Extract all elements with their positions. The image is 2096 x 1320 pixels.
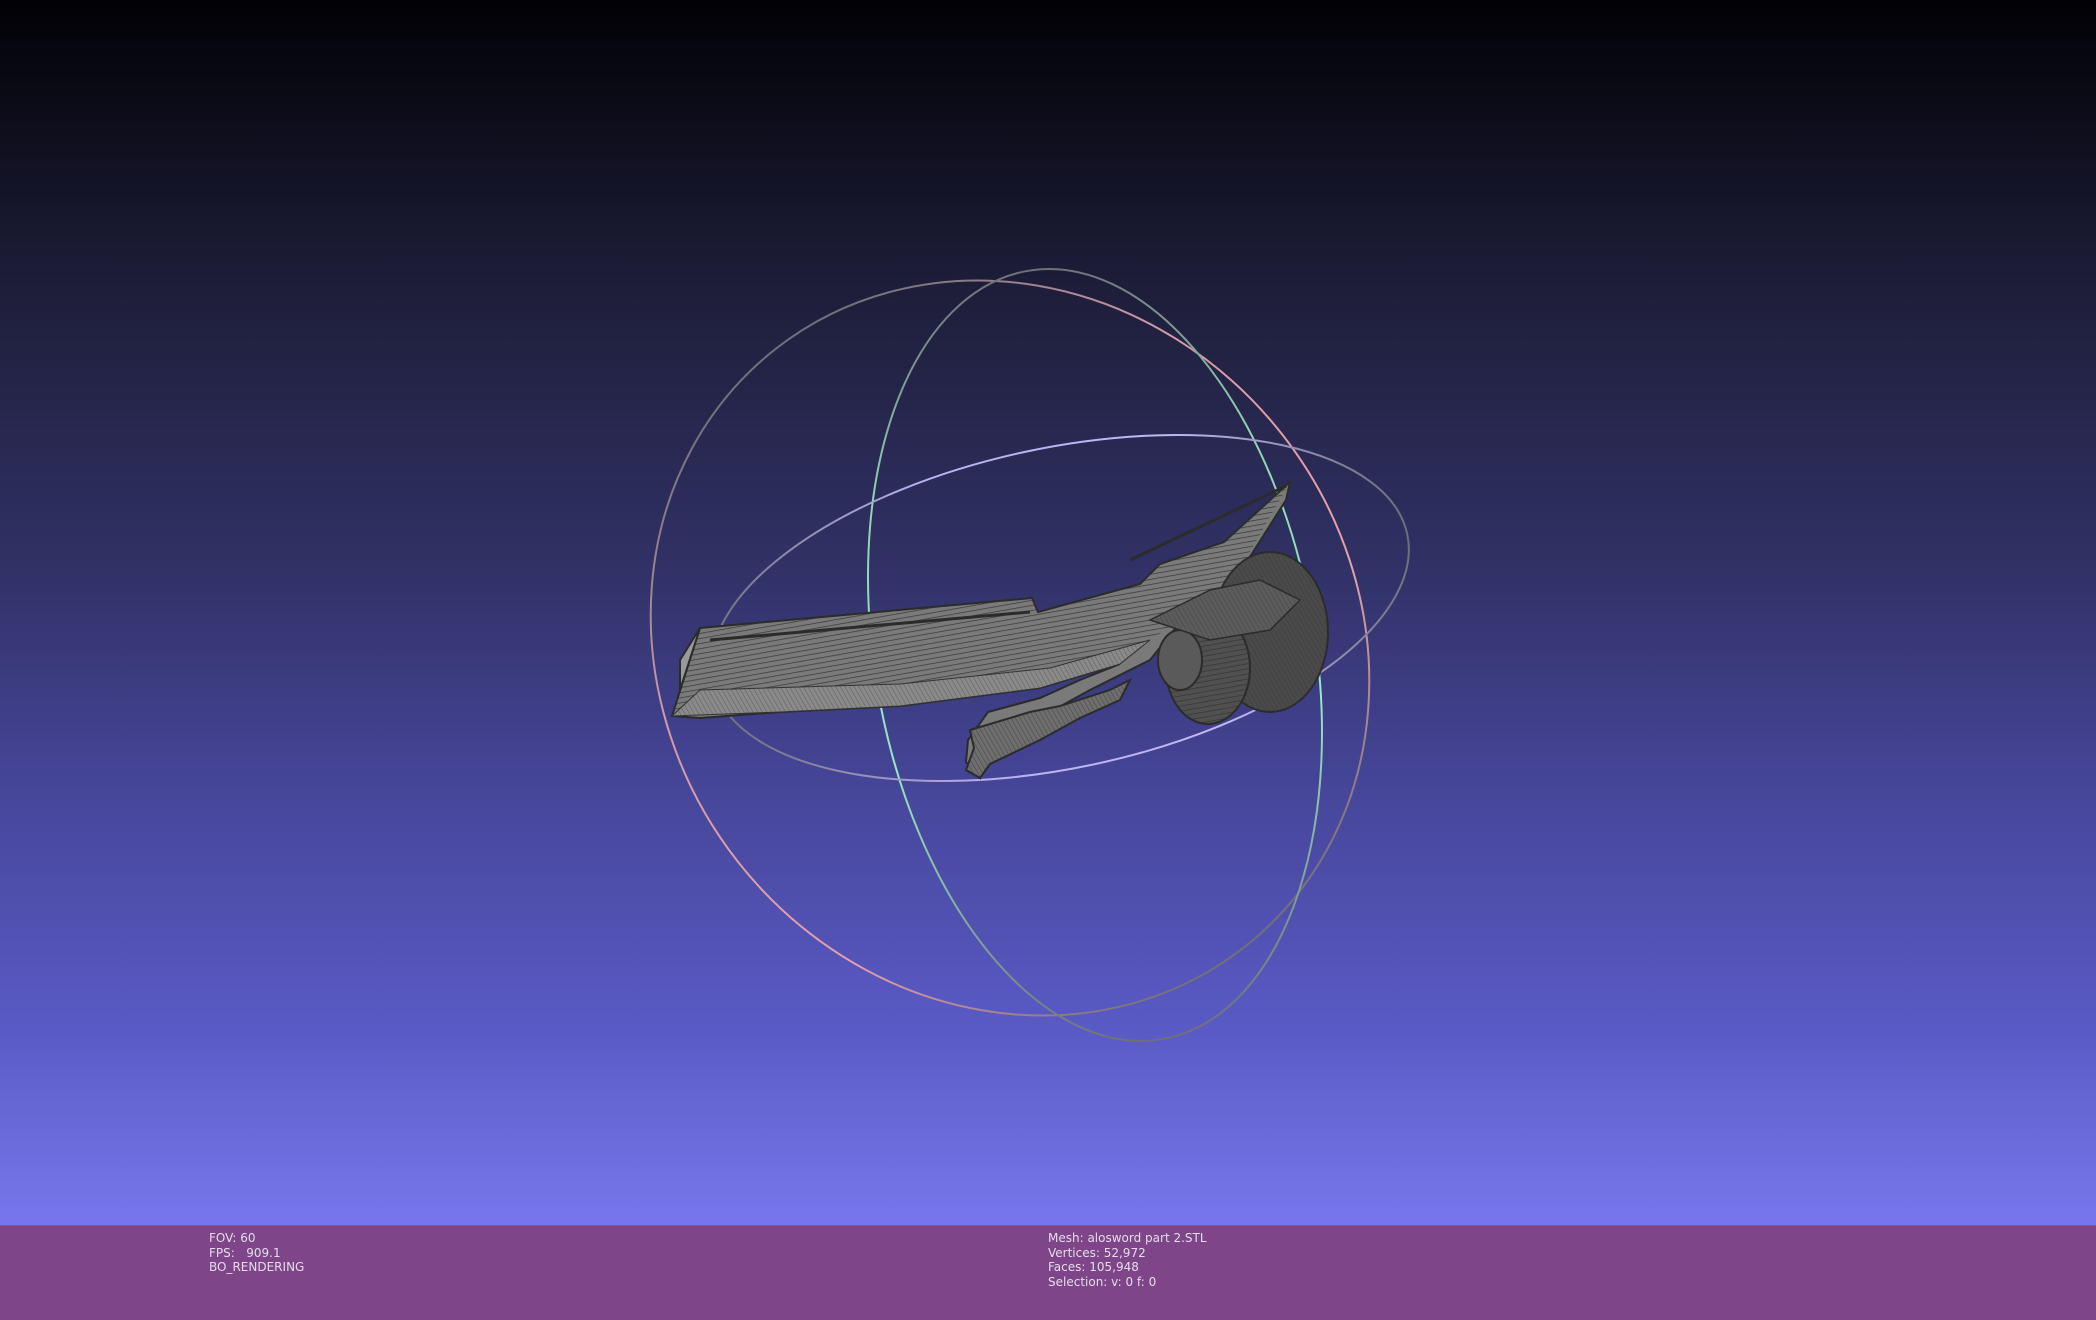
faces-label: Faces: 105,948 bbox=[1048, 1260, 1139, 1275]
render-mode-label: BO_RENDERING bbox=[209, 1260, 305, 1275]
fov-label: FOV: 60 bbox=[209, 1231, 256, 1245]
fps-label: FPS: 909.1 bbox=[209, 1245, 281, 1260]
mesh-name-label: Mesh: alosword part 2.STL bbox=[1048, 1231, 1207, 1245]
3d-viewport[interactable]: FOV: 60 FPS: 909.1 BO_RENDERING Mesh: al… bbox=[0, 0, 2096, 1320]
vertices-label: Vertices: 52,972 bbox=[1048, 1245, 1146, 1260]
info-bar: FOV: 60 FPS: 909.1 BO_RENDERING Mesh: al… bbox=[0, 1225, 2096, 1320]
mesh-info-panel: Mesh: alosword part 2.STL Vertices: 52,9… bbox=[1048, 1231, 1207, 1289]
scene-canvas[interactable] bbox=[0, 0, 2096, 1225]
mesh-model-icon bbox=[670, 479, 1329, 781]
selection-label: Selection: v: 0 f: 0 bbox=[1048, 1274, 1157, 1289]
render-info-panel: FOV: 60 FPS: 909.1 BO_RENDERING bbox=[209, 1231, 304, 1275]
